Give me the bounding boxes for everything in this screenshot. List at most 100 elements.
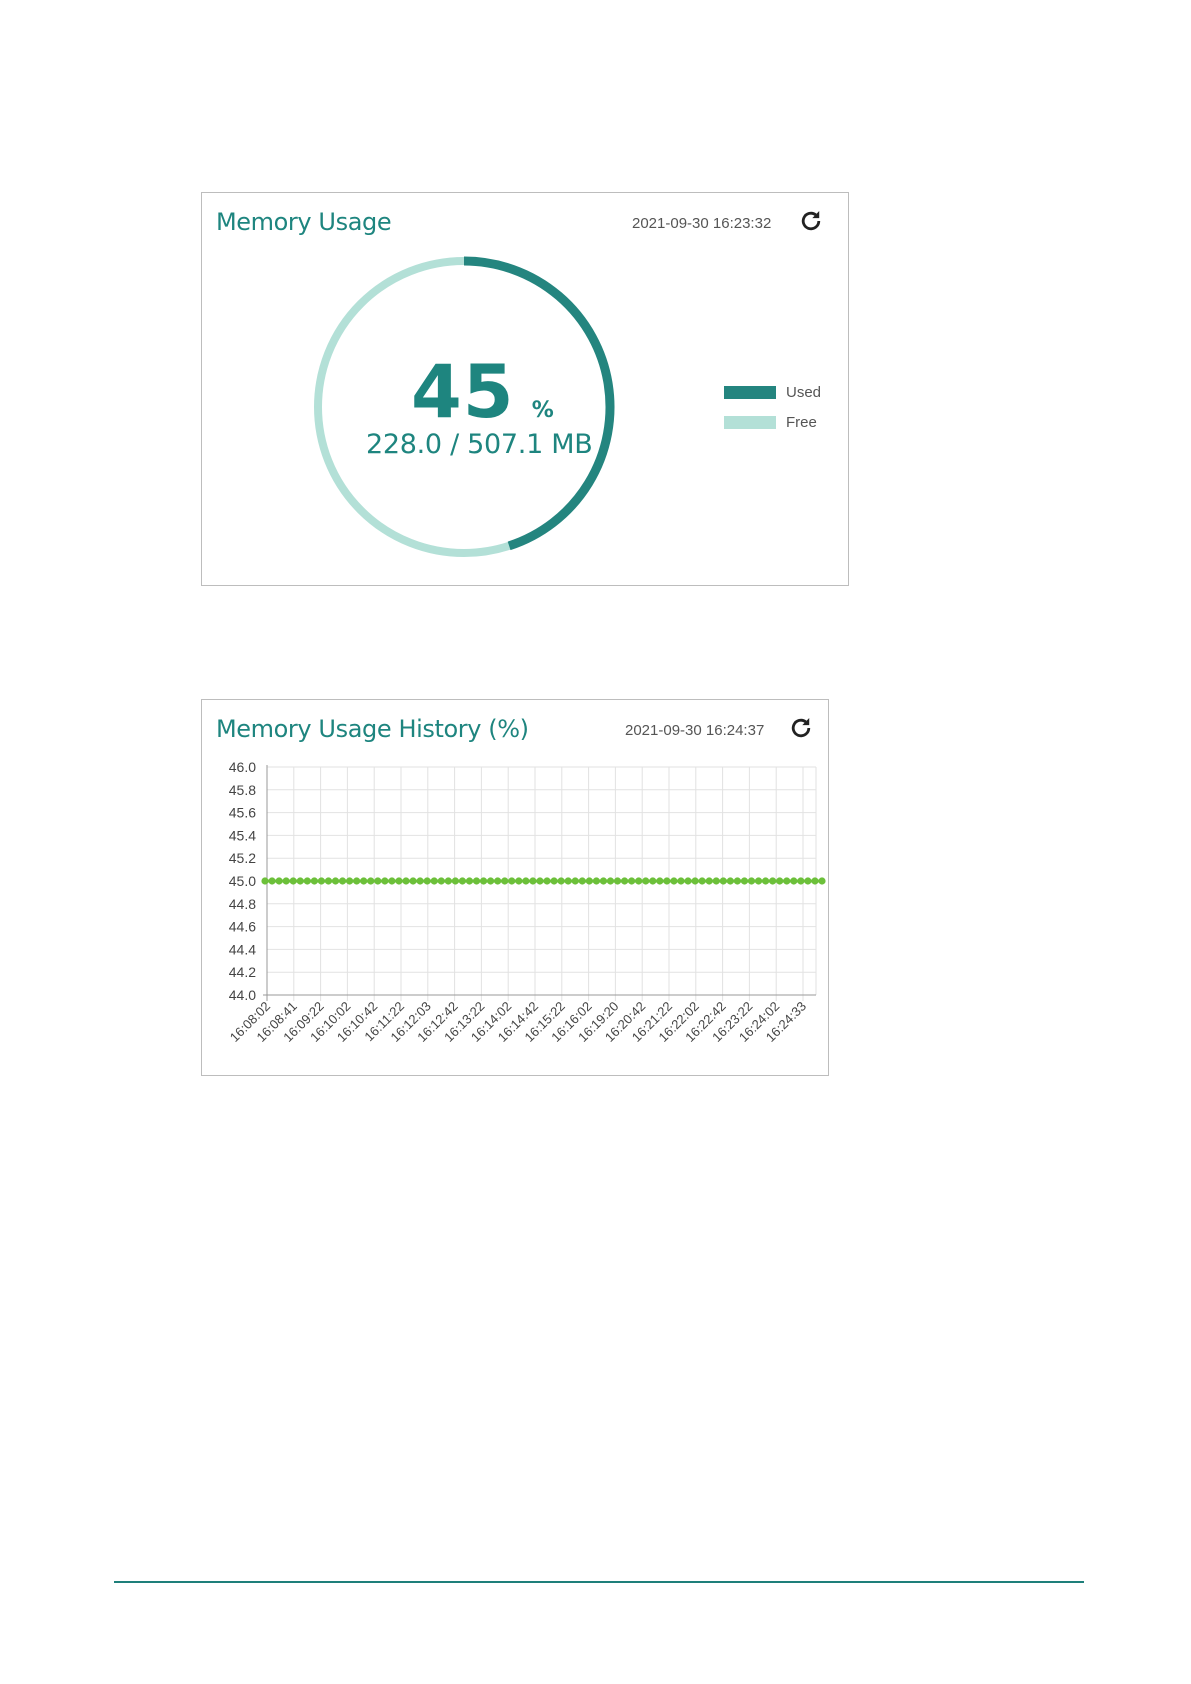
data-point	[712, 877, 720, 885]
data-point	[479, 877, 488, 885]
data-point	[296, 877, 304, 885]
data-point	[592, 877, 600, 885]
data-point	[811, 877, 819, 885]
y-tick-label: 46.0	[229, 759, 256, 775]
data-point	[423, 877, 431, 885]
y-tick-label: 44.6	[229, 919, 256, 935]
data-point	[501, 877, 509, 885]
data-point	[578, 877, 586, 885]
y-tick-label: 44.0	[229, 987, 256, 1003]
data-point	[338, 877, 347, 885]
y-tick-label: 45.4	[229, 827, 256, 843]
data-point	[395, 877, 403, 885]
data-point	[691, 877, 699, 885]
data-point	[585, 877, 593, 885]
data-point	[818, 877, 826, 885]
data-point	[740, 877, 749, 885]
legend-item-free: Free	[724, 411, 821, 433]
y-tick-label: 45.6	[229, 805, 256, 821]
data-point	[367, 877, 375, 885]
memory-history-chart: 46.0 45.8 45.6 45.4 45.2 45.0 44.8 44.6 44.4 44.2…	[227, 759, 826, 1045]
data-point	[522, 877, 530, 885]
memory-usage-card: Memory Usage 2021-09-30 16:23:32 45 % 22…	[201, 192, 849, 586]
data-point	[628, 877, 636, 885]
data-point	[472, 877, 481, 885]
data-point	[642, 877, 650, 885]
data-point	[754, 877, 763, 885]
data-point	[416, 877, 424, 885]
memory-percent-unit: %	[531, 398, 554, 423]
legend-free-label: Free	[786, 413, 817, 431]
data-point	[303, 877, 311, 885]
data-point	[776, 877, 784, 885]
y-tick-label: 44.8	[229, 896, 256, 912]
y-tick-label: 44.2	[229, 964, 256, 980]
legend-free-swatch	[724, 415, 776, 429]
data-point	[275, 877, 283, 885]
data-point	[726, 877, 734, 885]
data-point	[360, 877, 368, 885]
data-point	[783, 877, 791, 885]
data-point	[388, 877, 396, 885]
data-point	[613, 877, 622, 885]
data-point	[381, 877, 389, 885]
data-point	[508, 877, 516, 885]
memory-percent: 45 %	[411, 350, 554, 435]
data-point	[487, 877, 495, 885]
data-point	[437, 877, 445, 885]
data-point	[698, 877, 706, 885]
data-point	[374, 877, 382, 885]
legend: Used Free	[724, 381, 821, 433]
data-point	[515, 877, 523, 885]
y-tick-label: 45.2	[229, 850, 256, 866]
data-point	[663, 877, 671, 885]
data-point	[797, 877, 805, 885]
data-point	[571, 877, 579, 885]
data-point	[430, 877, 438, 885]
data-point	[557, 877, 565, 885]
data-point	[317, 877, 326, 885]
data-point	[536, 877, 544, 885]
memory-percent-value: 45	[411, 350, 515, 435]
data-point	[733, 877, 741, 885]
data-point	[719, 877, 727, 885]
data-point	[261, 877, 269, 885]
legend-used-label: Used	[786, 383, 822, 401]
data-point	[543, 877, 551, 885]
data-point	[324, 877, 333, 885]
data-point	[649, 877, 657, 885]
data-point	[402, 877, 410, 885]
data-point	[635, 877, 643, 885]
data-point	[705, 877, 713, 885]
data-point	[677, 877, 685, 885]
footer-rule	[114, 1581, 1084, 1583]
data-point	[599, 877, 608, 885]
y-tick-label: 45.8	[229, 782, 256, 798]
data-point	[769, 877, 777, 885]
data-point	[656, 877, 664, 885]
data-point	[353, 877, 361, 885]
data-point	[804, 877, 812, 885]
data-point	[458, 877, 467, 885]
data-point	[331, 877, 340, 885]
y-tick-label: 44.4	[229, 941, 256, 957]
memory-history-card: Memory Usage History (%) 2021-09-30 16:2…	[201, 699, 829, 1076]
data-point	[564, 877, 572, 885]
data-point	[289, 877, 297, 885]
data-point	[465, 877, 474, 885]
data-point	[494, 877, 502, 885]
data-point	[346, 877, 354, 885]
data-point	[790, 877, 798, 885]
data-point	[310, 877, 318, 885]
data-point	[620, 877, 629, 885]
data-point	[529, 877, 537, 885]
data-point	[747, 877, 756, 885]
data-point	[684, 877, 692, 885]
data-point	[550, 877, 558, 885]
data-point	[670, 877, 678, 885]
data-point	[282, 877, 290, 885]
data-point	[444, 877, 452, 885]
data-point	[268, 877, 276, 885]
data-point	[761, 877, 770, 885]
legend-item-used: Used	[724, 381, 821, 403]
